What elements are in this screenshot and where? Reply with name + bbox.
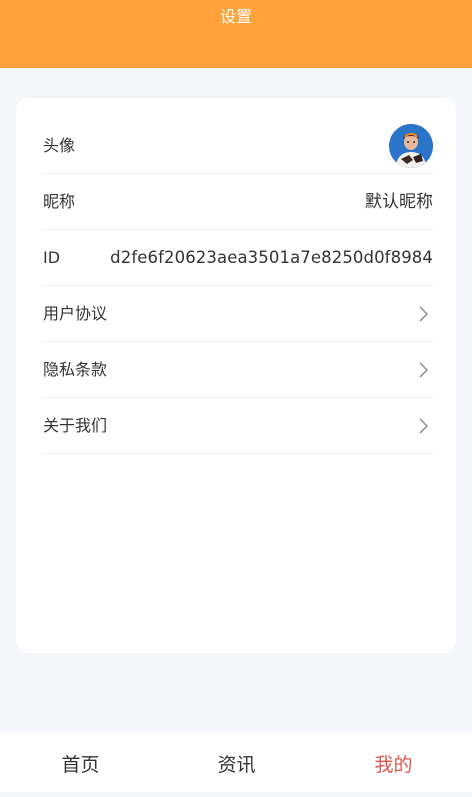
settings-row-nickname[interactable]: 昵称 默认昵称 — [42, 174, 433, 230]
about-us-label: 关于我们 — [43, 416, 108, 435]
settings-row-privacy-policy[interactable]: 隐私条款 — [42, 342, 433, 398]
settings-row-user-agreement[interactable]: 用户协议 — [42, 286, 433, 342]
user-avatar-icon[interactable] — [389, 124, 433, 168]
settings-row-about-us[interactable]: 关于我们 — [42, 398, 433, 454]
page-title: 设置 — [219, 7, 252, 26]
tab-mine[interactable]: 我的 — [315, 733, 472, 792]
user-agreement-label: 用户协议 — [43, 304, 108, 323]
nickname-value: 默认昵称 — [365, 192, 433, 212]
bottom-tab-bar: 首页 资讯 我的 — [0, 733, 472, 792]
settings-row-avatar[interactable]: 头像 — [42, 118, 433, 174]
chevron-right-icon — [415, 305, 431, 323]
avatar-label: 头像 — [43, 136, 76, 155]
settings-card: 头像 昵称 默认昵称 ID d2fe6f20623aea3501a7e8250d… — [16, 98, 456, 653]
nickname-label: 昵称 — [43, 192, 76, 211]
settings-row-id: ID d2fe6f20623aea3501a7e8250d0f8984 — [42, 230, 433, 286]
tab-home[interactable]: 首页 — [2, 733, 159, 792]
chevron-right-icon — [415, 417, 431, 435]
top-navigation-bar: 设置 — [0, 0, 472, 68]
tab-news[interactable]: 资讯 — [158, 733, 315, 792]
id-value: d2fe6f20623aea3501a7e8250d0f8984 — [110, 248, 433, 267]
privacy-policy-label: 隐私条款 — [43, 360, 108, 379]
id-label: ID — [43, 248, 61, 267]
chevron-right-icon — [415, 361, 431, 379]
